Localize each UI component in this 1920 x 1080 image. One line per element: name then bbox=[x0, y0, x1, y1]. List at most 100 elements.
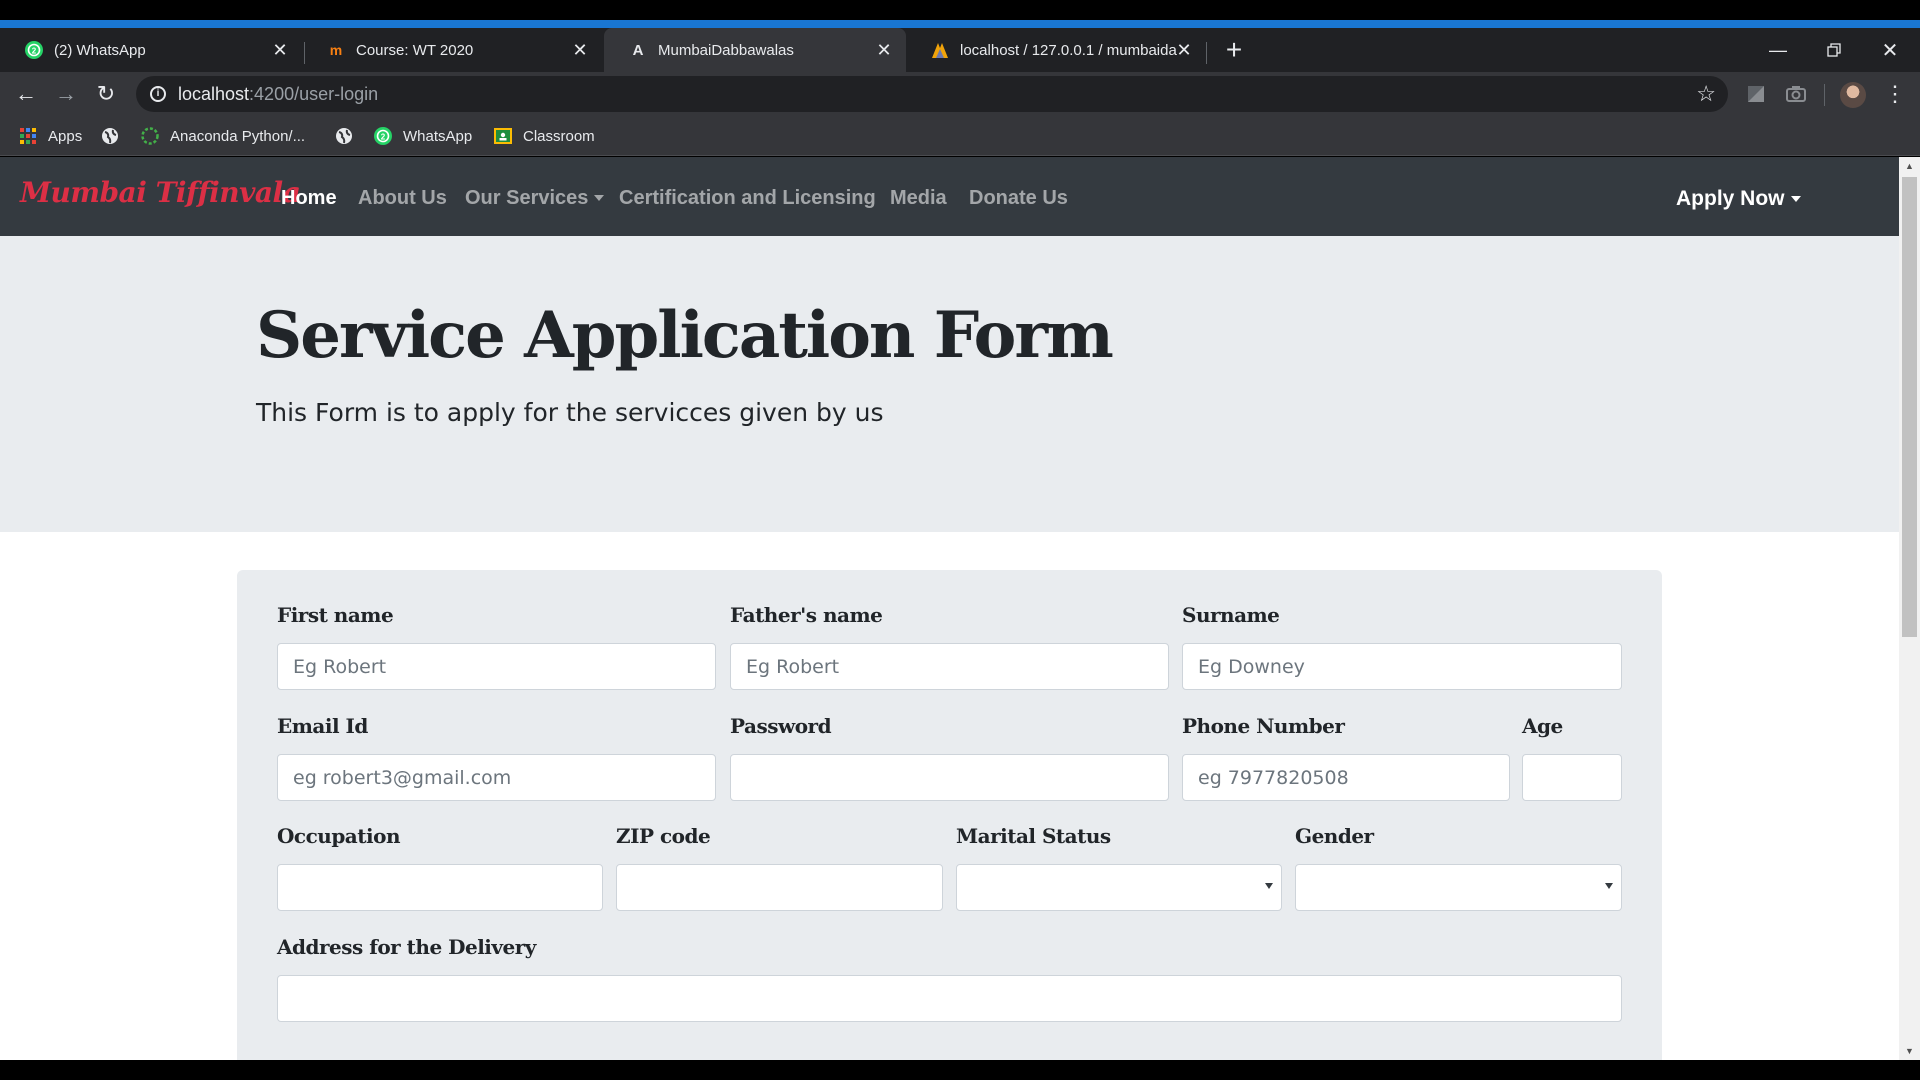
moodle-icon: m bbox=[329, 42, 343, 58]
tab-phpmyadmin[interactable]: localhost / 127.0.0.1 / mumbaida ✕ bbox=[906, 28, 1206, 72]
anaconda-icon bbox=[140, 126, 160, 146]
nav-certification[interactable]: Certification and Licensing bbox=[619, 187, 876, 210]
application-form: First name Father's name Surname Email I… bbox=[237, 570, 1662, 1060]
nav-our-services[interactable]: Our Services bbox=[465, 187, 605, 210]
password-input[interactable] bbox=[730, 754, 1169, 801]
tab-title: localhost / 127.0.0.1 / mumbaida bbox=[960, 41, 1177, 59]
nav-about-us[interactable]: About Us bbox=[358, 187, 447, 210]
nav-home[interactable]: Home bbox=[281, 187, 337, 210]
caret-down-icon bbox=[1790, 196, 1801, 202]
url-host: localhost bbox=[178, 84, 250, 104]
phone-number-input[interactable] bbox=[1182, 754, 1510, 801]
info-icon[interactable]: i bbox=[150, 86, 166, 102]
bookmark-star-icon[interactable]: ☆ bbox=[1696, 81, 1716, 107]
surname-label: Surname bbox=[1182, 603, 1280, 627]
tab-strip: 2 (2) WhatsApp ✕ m Course: WT 2020 ✕ A M… bbox=[0, 28, 1920, 72]
svg-text:2: 2 bbox=[32, 47, 37, 56]
page-scrollbar[interactable]: ▲ ▼ bbox=[1899, 157, 1920, 1060]
scroll-down-arrow-icon[interactable]: ▼ bbox=[1899, 1042, 1920, 1060]
close-icon[interactable]: ✕ bbox=[570, 40, 590, 60]
back-arrow-icon[interactable]: ← bbox=[10, 78, 42, 110]
nav-donate-us[interactable]: Donate Us bbox=[969, 187, 1068, 210]
bookmarks-bar: Apps Anaconda Python/... 2 WhatsApp Clas… bbox=[0, 116, 1920, 156]
phpmyadmin-icon bbox=[930, 40, 950, 60]
url-path: :4200/user-login bbox=[249, 84, 379, 104]
whatsapp-icon: 2 bbox=[24, 40, 44, 60]
gender-select[interactable] bbox=[1295, 864, 1622, 911]
age-label: Age bbox=[1522, 714, 1563, 738]
fathers-name-input[interactable] bbox=[730, 643, 1169, 690]
address-bar[interactable]: i localhost:4200/user-login ☆ bbox=[136, 76, 1728, 112]
caret-down-icon bbox=[1265, 883, 1273, 889]
apps-grid-icon bbox=[18, 126, 38, 146]
bookmark-label: WhatsApp bbox=[403, 127, 473, 145]
window-accent-bar bbox=[0, 20, 1920, 28]
screen: 2 (2) WhatsApp ✕ m Course: WT 2020 ✕ A M… bbox=[0, 0, 1920, 1080]
password-label: Password bbox=[730, 714, 832, 738]
globe-icon bbox=[100, 126, 120, 146]
bookmark-globe[interactable] bbox=[334, 124, 364, 148]
new-tab-button[interactable]: + bbox=[1220, 36, 1248, 64]
scroll-up-arrow-icon[interactable]: ▲ bbox=[1899, 157, 1920, 175]
kebab-menu-icon[interactable]: ⋮ bbox=[1884, 80, 1906, 108]
reload-icon[interactable]: ↻ bbox=[90, 78, 122, 110]
page-viewport: Mumbai Tiffinvala Home About Us Our Serv… bbox=[0, 157, 1899, 1060]
brand-logo[interactable]: Mumbai Tiffinvala bbox=[20, 176, 301, 209]
globe-icon bbox=[334, 126, 354, 146]
camera-icon[interactable] bbox=[1786, 84, 1806, 104]
angular-icon: A bbox=[632, 41, 644, 59]
nav-our-services-label: Our Services bbox=[465, 187, 589, 209]
address-input[interactable] bbox=[277, 975, 1622, 1022]
svg-text:2: 2 bbox=[381, 133, 386, 142]
restore-window-icon[interactable] bbox=[1812, 28, 1856, 72]
classroom-icon bbox=[493, 126, 513, 146]
tab-whatsapp[interactable]: 2 (2) WhatsApp ✕ bbox=[0, 28, 302, 72]
close-icon[interactable]: ✕ bbox=[1174, 40, 1194, 60]
bookmark-anaconda[interactable]: Anaconda Python/... bbox=[140, 124, 305, 148]
profile-avatar[interactable] bbox=[1840, 82, 1866, 108]
bookmark-label: Classroom bbox=[523, 127, 595, 145]
email-input[interactable] bbox=[277, 754, 716, 801]
first-name-label: First name bbox=[277, 603, 394, 627]
page-title: Service Application Form bbox=[256, 298, 1114, 373]
close-icon[interactable]: ✕ bbox=[874, 40, 894, 60]
bookmark-apps[interactable]: Apps bbox=[18, 124, 82, 148]
fathers-name-label: Father's name bbox=[730, 603, 883, 627]
marital-status-label: Marital Status bbox=[956, 824, 1111, 848]
marital-status-select[interactable] bbox=[956, 864, 1282, 911]
surname-input[interactable] bbox=[1182, 643, 1622, 690]
bookmark-globe[interactable] bbox=[100, 124, 130, 148]
minimize-window-icon[interactable]: — bbox=[1756, 28, 1800, 72]
nav-apply-now[interactable]: Apply Now bbox=[1676, 187, 1801, 211]
first-name-input[interactable] bbox=[277, 643, 716, 690]
close-icon[interactable]: ✕ bbox=[270, 40, 290, 60]
url-text: localhost:4200/user-login bbox=[178, 84, 378, 105]
jumbotron: Service Application Form This Form is to… bbox=[0, 236, 1899, 532]
tab-separator bbox=[1206, 42, 1207, 64]
bookmark-label: Anaconda Python/... bbox=[170, 127, 306, 145]
age-input[interactable] bbox=[1522, 754, 1622, 801]
tab-course[interactable]: m Course: WT 2020 ✕ bbox=[302, 28, 602, 72]
tab-title: Course: WT 2020 bbox=[356, 41, 474, 59]
bookmark-label: Apps bbox=[48, 127, 83, 145]
extension-icon[interactable] bbox=[1746, 84, 1766, 104]
bookmark-classroom[interactable]: Classroom bbox=[493, 124, 595, 148]
forward-arrow-icon[interactable]: → bbox=[50, 78, 82, 110]
whatsapp-icon: 2 bbox=[373, 126, 393, 146]
browser-toolbar: ← → ↻ i localhost:4200/user-login ☆ ⋮ bbox=[0, 72, 1920, 116]
email-label: Email Id bbox=[277, 714, 368, 738]
gender-label: Gender bbox=[1295, 824, 1374, 848]
nav-media[interactable]: Media bbox=[890, 187, 947, 210]
address-label: Address for the Delivery bbox=[277, 935, 536, 959]
zip-code-input[interactable] bbox=[616, 864, 943, 911]
tab-title: MumbaiDabbawalas bbox=[658, 41, 794, 59]
occupation-label: Occupation bbox=[277, 824, 400, 848]
tab-mumbaidabbawalas[interactable]: A MumbaiDabbawalas ✕ bbox=[604, 28, 906, 72]
scrollbar-thumb[interactable] bbox=[1902, 177, 1917, 637]
screen-bottom-edge bbox=[0, 1060, 1920, 1080]
phone-number-label: Phone Number bbox=[1182, 714, 1345, 738]
bookmark-whatsapp[interactable]: 2 WhatsApp bbox=[373, 124, 472, 148]
page-subtitle: This Form is to apply for the servicces … bbox=[256, 398, 884, 427]
occupation-input[interactable] bbox=[277, 864, 603, 911]
close-window-icon[interactable]: ✕ bbox=[1868, 28, 1912, 72]
